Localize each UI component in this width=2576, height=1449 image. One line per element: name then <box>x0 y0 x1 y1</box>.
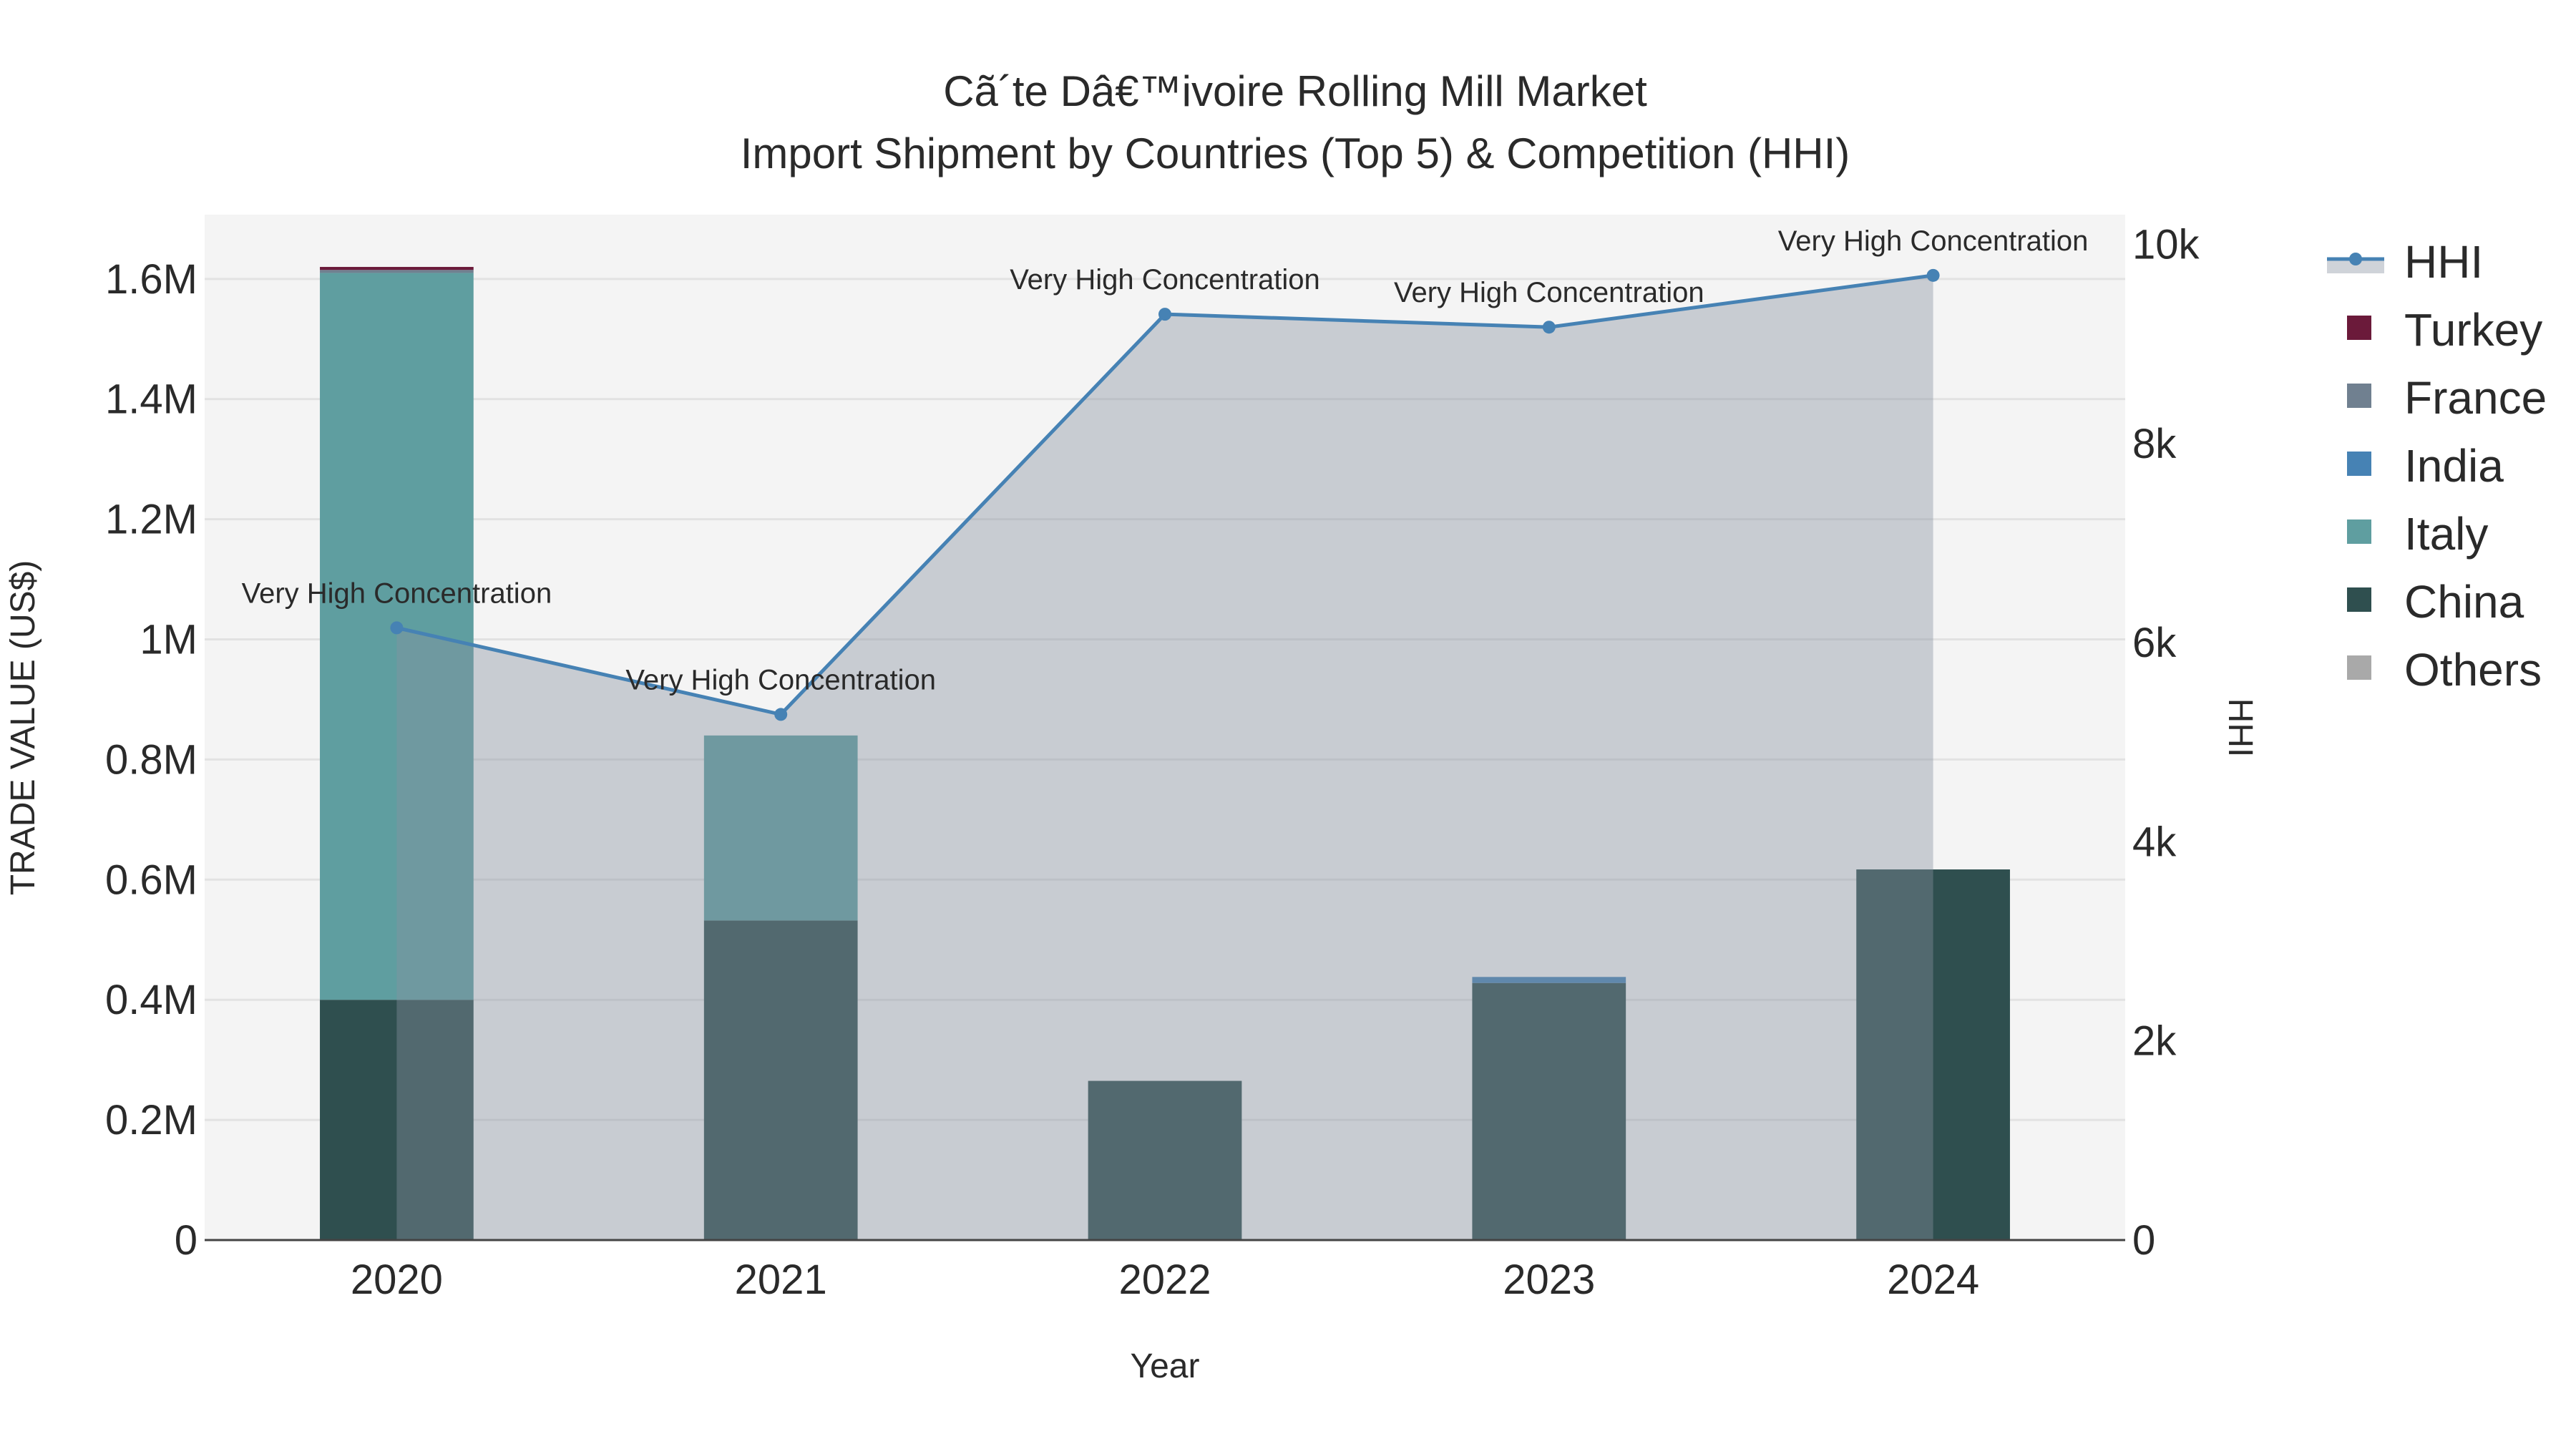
chart-subtitle: Import Shipment by Countries (Top 5) & C… <box>741 130 1850 177</box>
hhi-point <box>390 621 404 635</box>
bar-turkey-2020 <box>320 267 474 270</box>
legend-label: HHI <box>2404 236 2483 288</box>
y-tick-label: 0.6M <box>105 857 197 903</box>
bar-france-2020 <box>320 270 474 273</box>
y-tick-label: 0.4M <box>105 977 197 1023</box>
y-axis-title: TRADE VALUE (US$) <box>4 560 42 896</box>
legend-label: Turkey <box>2404 304 2542 356</box>
x-tick-label: 2021 <box>735 1257 827 1303</box>
legend-label: France <box>2404 372 2547 424</box>
x-axis-title: Year <box>1131 1347 1200 1385</box>
y2-tick-label: 4k <box>2132 819 2177 865</box>
x-tick-label: 2022 <box>1118 1257 1211 1303</box>
legend-label: India <box>2404 440 2504 492</box>
hhi-annotation: Very High Concentration <box>1778 225 2089 257</box>
x-tick-label: 2023 <box>1503 1257 1595 1303</box>
y-tick-label: 1.4M <box>105 376 197 423</box>
y-tick-label: 1.6M <box>105 256 197 303</box>
hhi-point <box>1926 268 1940 282</box>
legend-swatch-india <box>2347 452 2371 476</box>
legend-hhi-marker <box>2349 253 2362 265</box>
y2-tick-label: 2k <box>2132 1018 2177 1065</box>
y2-tick-label: 8k <box>2132 421 2177 467</box>
y2-axis-title: HHI <box>2221 698 2259 758</box>
legend-swatch-turkey <box>2347 316 2371 340</box>
hhi-annotation: Very High Concentration <box>242 577 552 609</box>
legend-label: Italy <box>2404 508 2488 560</box>
y-tick-label: 1.2M <box>105 497 197 543</box>
y-tick-label: 0 <box>175 1217 197 1264</box>
hhi-annotation: Very High Concentration <box>1394 277 1704 308</box>
x-tick-label: 2020 <box>351 1257 443 1303</box>
legend-label: China <box>2404 576 2524 628</box>
y-tick-label: 0.2M <box>105 1097 197 1143</box>
legend-swatch-italy <box>2347 519 2371 544</box>
chart: Cã´te Dâ€™ivoire Rolling Mill Market Imp… <box>0 0 2576 1449</box>
y-tick-label: 1M <box>140 617 197 663</box>
legend-swatch-france <box>2347 384 2371 408</box>
hhi-annotation: Very High Concentration <box>1010 264 1320 296</box>
hhi-point <box>1158 308 1171 321</box>
hhi-point <box>774 708 788 721</box>
y-tick-label: 0.8M <box>105 736 197 783</box>
y2-tick-label: 0 <box>2132 1217 2155 1264</box>
hhi-point <box>1542 321 1556 334</box>
y2-tick-label: 10k <box>2132 222 2200 268</box>
hhi-annotation: Very High Concentration <box>625 664 936 696</box>
legend-swatch-others <box>2347 655 2371 680</box>
legend-swatch-china <box>2347 587 2371 612</box>
chart-title: Cã´te Dâ€™ivoire Rolling Mill Market <box>943 67 1647 115</box>
y2-tick-label: 6k <box>2132 620 2177 666</box>
x-tick-label: 2024 <box>1887 1257 1979 1303</box>
legend-label: Others <box>2404 644 2542 696</box>
